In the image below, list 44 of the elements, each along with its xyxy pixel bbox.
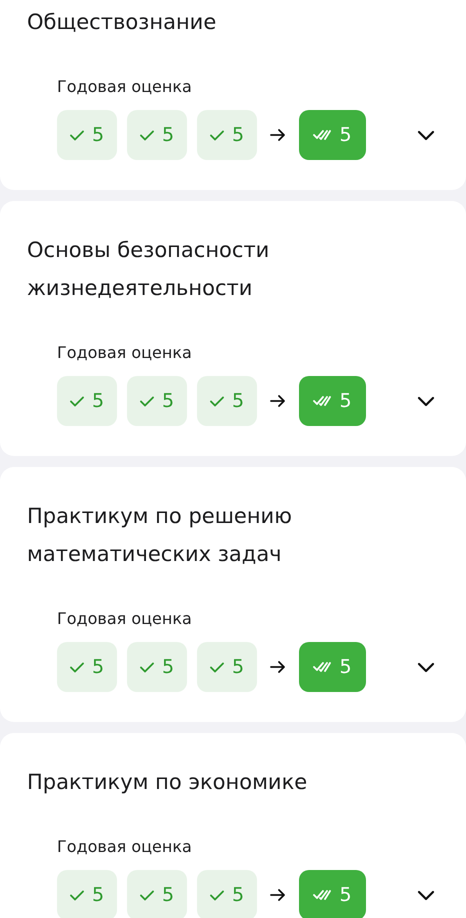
double-check-icon: [313, 661, 332, 673]
grade-value: 5: [162, 884, 174, 906]
double-check-icon: [313, 395, 332, 407]
check-icon: [70, 662, 84, 672]
check-icon: [210, 890, 224, 900]
grade-label: Годовая оценка: [57, 836, 192, 858]
subject-title: Обществознание: [27, 9, 218, 36]
grade-value: 5: [92, 390, 104, 412]
arrow-icon: [269, 886, 287, 904]
grade-value: 5: [339, 124, 352, 146]
arrow-icon: [269, 658, 287, 676]
subject-title: Основы безопасности жизнедеятельности: [27, 237, 270, 302]
check-icon: [210, 130, 224, 140]
double-check-icon: [313, 129, 332, 141]
check-icon: [210, 662, 224, 672]
grade-value: 5: [339, 884, 352, 906]
grade-label: Годовая оценка: [57, 608, 192, 630]
check-icon: [210, 396, 224, 406]
grade-value: 5: [232, 124, 244, 146]
check-icon: [140, 130, 154, 140]
grade-value: 5: [232, 656, 244, 678]
check-icon: [140, 890, 154, 900]
grade-label: Годовая оценка: [57, 342, 192, 364]
grade-value: 5: [92, 884, 104, 906]
grade-value: 5: [92, 124, 104, 146]
grade-label: Годовая оценка: [57, 76, 192, 98]
subject-title: Практикум по решению математических задач: [27, 503, 293, 568]
grade-value: 5: [232, 390, 244, 412]
check-icon: [70, 890, 84, 900]
arrow-icon: [269, 126, 287, 144]
grade-value: 5: [162, 656, 174, 678]
check-icon: [70, 130, 84, 140]
check-icon: [70, 396, 84, 406]
check-icon: [140, 662, 154, 672]
grade-value: 5: [162, 124, 174, 146]
double-check-icon: [313, 889, 332, 901]
grade-value: 5: [339, 390, 352, 412]
grade-value: 5: [339, 656, 352, 678]
grade-value: 5: [92, 656, 104, 678]
check-icon: [140, 396, 154, 406]
subject-title: Практикум по экономике: [27, 769, 308, 796]
arrow-icon: [269, 392, 287, 410]
grade-value: 5: [232, 884, 244, 906]
grade-value: 5: [162, 390, 174, 412]
